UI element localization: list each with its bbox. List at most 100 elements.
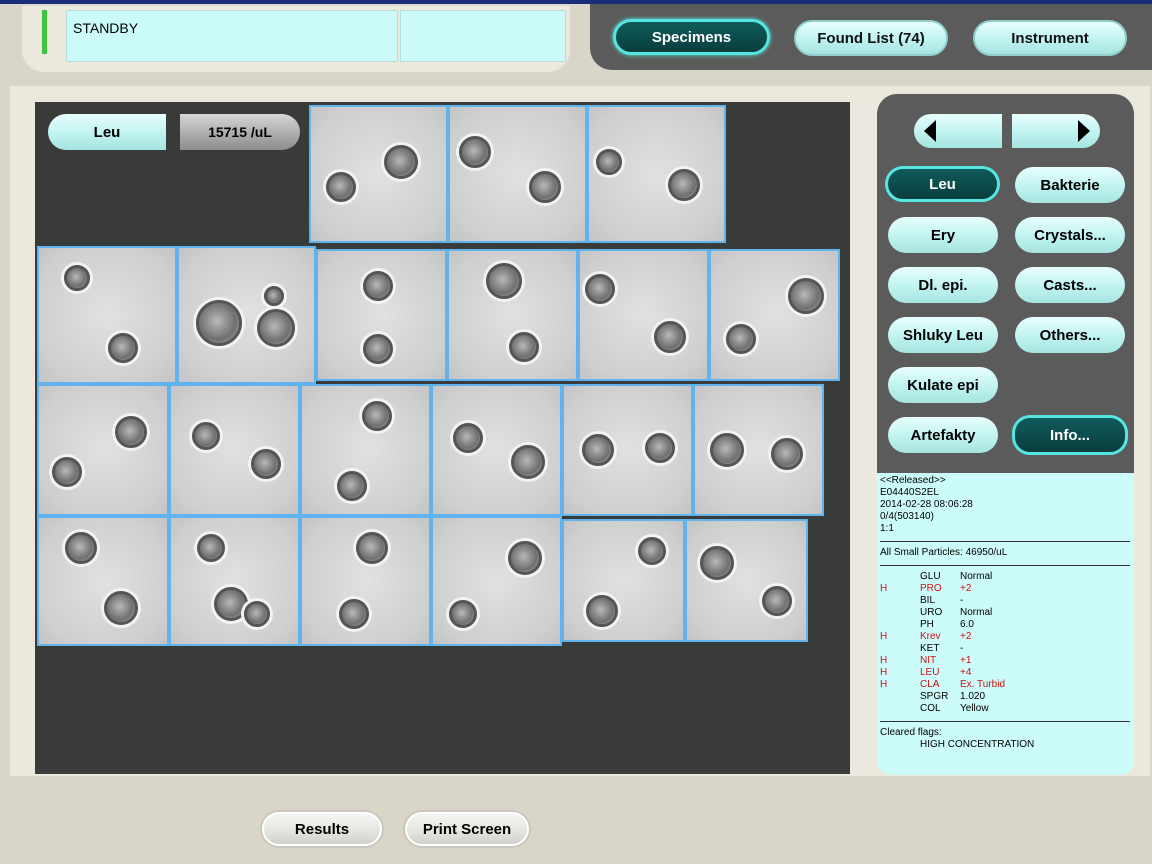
cell-image [52, 457, 82, 487]
result-val: Yellow [960, 703, 989, 714]
category-crystals-button[interactable]: Crystals... [1015, 217, 1125, 253]
particle-thumbnail[interactable] [37, 384, 169, 516]
category-dl-epi-button[interactable]: Dl. epi. [888, 267, 998, 303]
particle-thumbnail[interactable] [169, 516, 300, 646]
result-val: +1 [960, 655, 972, 666]
particle-thumbnail[interactable] [37, 246, 177, 384]
cell-image [104, 591, 138, 625]
result-name: KET [920, 643, 940, 654]
result-row: GLU Normal [880, 571, 1131, 583]
particle-concentration: 15715 /uL [180, 114, 300, 150]
print-screen-button[interactable]: Print Screen [405, 812, 529, 846]
particle-thumbnail[interactable] [177, 246, 316, 384]
result-row: KET - [880, 643, 1131, 655]
cell-image [244, 601, 270, 627]
divider [880, 541, 1130, 542]
result-name: URO [920, 607, 943, 618]
result-row: H LEU +4 [880, 667, 1131, 679]
result-row: H PRO +2 [880, 583, 1131, 595]
divider [880, 565, 1130, 566]
particle-thumbnail[interactable] [309, 105, 448, 243]
cell-image [337, 471, 367, 501]
cell-image [65, 532, 97, 564]
previous-button[interactable] [914, 114, 1002, 148]
particle-thumbnail[interactable] [431, 384, 562, 516]
cell-image [453, 423, 483, 453]
specimen-datetime: 2014-02-28 08:06:28 [880, 499, 973, 510]
result-name: SPGR [920, 691, 949, 702]
particle-thumbnail[interactable] [562, 519, 685, 642]
result-val: - [960, 595, 964, 606]
cell-image [710, 433, 744, 467]
specimens-button[interactable]: Specimens [613, 19, 770, 55]
particle-thumbnail[interactable] [709, 249, 840, 381]
particle-thumbnail[interactable] [447, 249, 578, 381]
next-button[interactable] [1012, 114, 1100, 148]
result-flag: H [880, 583, 888, 594]
arrow-right-icon [1078, 120, 1090, 142]
result-val: +2 [960, 583, 972, 594]
cell-image [585, 274, 615, 304]
cell-image [339, 599, 369, 629]
particle-thumbnail[interactable] [300, 384, 431, 516]
particle-class-label: Leu [48, 114, 166, 150]
result-row: COL Yellow [880, 703, 1131, 715]
chemistry-results: GLU Normal H PRO +2 BIL - URO Normal PH 6.0 H Krev +2… [880, 571, 1131, 715]
cell-image [384, 145, 418, 179]
result-flag: H [880, 679, 888, 690]
cell-image [771, 438, 803, 470]
info-button[interactable]: Info... [1012, 415, 1128, 455]
result-name: CLA [920, 679, 940, 690]
release-status: <<Released>> [880, 475, 946, 486]
cell-image [449, 600, 477, 628]
cell-image [654, 321, 686, 353]
result-flag [880, 571, 920, 583]
particle-thumbnail[interactable] [431, 516, 562, 646]
cell-image [108, 333, 138, 363]
result-flag [880, 607, 920, 619]
result-row: PH 6.0 [880, 619, 1131, 631]
category-leu-button[interactable]: Leu [885, 166, 1000, 202]
particle-thumbnail[interactable] [685, 519, 808, 642]
category-casts-button[interactable]: Casts... [1015, 267, 1125, 303]
particle-thumbnail[interactable] [37, 516, 169, 646]
result-row: BIL - [880, 595, 1131, 607]
category-others-button[interactable]: Others... [1015, 317, 1125, 353]
particle-thumbnail[interactable] [693, 384, 824, 516]
category-bakterie-button[interactable]: Bakterie [1015, 167, 1125, 203]
cleared-flags-label: Cleared flags: [880, 727, 942, 738]
small-particles-count: All Small Particles: 46950/uL [880, 547, 1008, 558]
status-indicator [42, 10, 47, 54]
particle-thumbnail[interactable] [300, 516, 431, 646]
rack-position: 0/4(503140) [880, 511, 934, 522]
cell-image [363, 334, 393, 364]
instrument-button[interactable]: Instrument [973, 20, 1127, 56]
results-button[interactable]: Results [262, 812, 382, 846]
particle-thumbnail[interactable] [578, 249, 709, 381]
dilution-ratio: 1:1 [880, 523, 894, 534]
cell-image [508, 541, 542, 575]
category-ery-button[interactable]: Ery [888, 217, 998, 253]
cell-image [788, 278, 824, 314]
cell-image [645, 433, 675, 463]
particle-thumbnail[interactable] [448, 105, 587, 243]
cell-image [115, 416, 147, 448]
particle-thumbnail[interactable] [316, 249, 447, 381]
found-list-button[interactable]: Found List (74) [794, 20, 948, 56]
particle-thumbnail[interactable] [169, 384, 300, 516]
category-kulate-epi-button[interactable]: Kulate epi [888, 367, 998, 403]
cell-image [509, 332, 539, 362]
result-flag [880, 691, 920, 703]
particle-thumbnail[interactable] [587, 105, 726, 243]
divider [880, 721, 1130, 722]
cell-image [700, 546, 734, 580]
result-row: URO Normal [880, 607, 1131, 619]
particle-thumbnail[interactable] [562, 384, 693, 516]
result-val: 6.0 [960, 619, 974, 630]
category-artefakty-button[interactable]: Artefakty [888, 417, 998, 453]
result-val: - [960, 643, 964, 654]
result-name: COL [920, 703, 941, 714]
category-shluky-leu-button[interactable]: Shluky Leu [888, 317, 998, 353]
cell-image [64, 265, 90, 291]
cell-image [668, 169, 700, 201]
